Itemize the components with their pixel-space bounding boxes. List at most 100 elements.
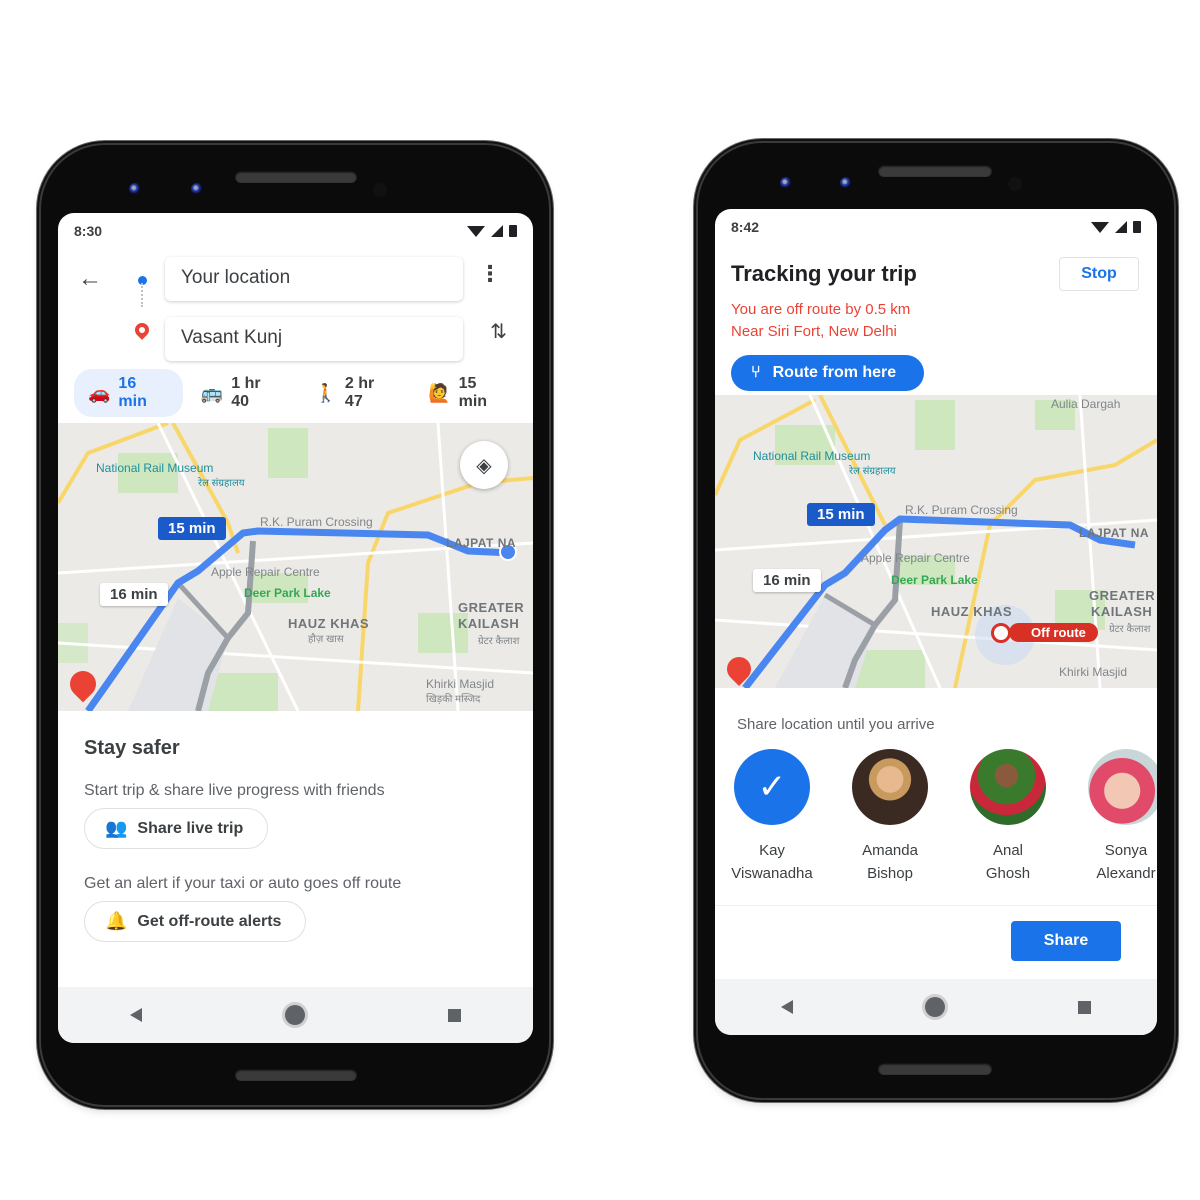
more-vert-icon[interactable]: ⋮	[479, 261, 501, 287]
contact-item[interactable]: Amanda Bishop	[851, 749, 929, 885]
android-nav-bar	[715, 979, 1157, 1035]
status-bar: 8:30	[58, 213, 533, 249]
share-trip-description: Start trip & share live progress with fr…	[84, 782, 385, 799]
stop-button[interactable]: Stop	[1059, 257, 1139, 291]
front-camera-icon	[129, 183, 141, 195]
map-label-kailash: KAILASH	[1091, 604, 1153, 619]
contact-first-name: Sonya	[1104, 842, 1148, 859]
phone-right: 8:42 Tracking your trip Stop You are off…	[698, 143, 1174, 1098]
nav-recents-icon[interactable]	[1077, 1000, 1091, 1014]
route-time-primary[interactable]: 15 min	[807, 503, 875, 526]
bottom-speaker	[235, 1069, 357, 1081]
map-label-crossing: R.K. Puram Crossing	[905, 503, 1018, 517]
earpiece-speaker	[235, 171, 357, 183]
car-icon: 🚗	[88, 382, 111, 403]
tab-ride-hail-label: 15 min	[458, 375, 488, 410]
map-label-apple-repair: Apple Repair Centre	[211, 565, 320, 579]
destination-pin-icon	[132, 320, 152, 340]
destination-input[interactable]: Vasant Kunj	[165, 317, 463, 361]
nav-home-icon[interactable]	[284, 1005, 305, 1025]
layers-icon[interactable]: ◈	[460, 441, 508, 489]
off-route-car-icon	[991, 623, 1011, 643]
off-route-alert-description: Get an alert if your taxi or auto goes o…	[84, 875, 402, 892]
map-label-deer-park-lake: Deer Park Lake	[891, 573, 978, 587]
contact-item[interactable]: ✓ Kay Viswanadha	[731, 749, 813, 885]
map-label-khirki: Khirki Masjid	[1059, 665, 1128, 679]
map-label-kailash: KAILASH	[458, 616, 520, 631]
contact-last-name: Viswanadha	[731, 865, 813, 882]
screen-directions: 8:30 ← Your location ⋮ Vasant Kunj ⇅ 🚗 1…	[58, 213, 533, 1043]
route-time-alternate[interactable]: 16 min	[100, 583, 168, 606]
off-route-alerts-label: Get off-route alerts	[137, 912, 282, 930]
off-route-warning: You are off route by 0.5 km Near Siri Fo…	[731, 299, 1141, 343]
signal-icon	[491, 225, 503, 237]
earpiece-speaker	[878, 165, 992, 177]
map-label-greater: GREATER	[1089, 588, 1156, 603]
proximity-sensor	[1008, 177, 1022, 191]
avatar	[852, 749, 928, 825]
front-camera-icon	[840, 177, 852, 189]
check-icon: ✓	[734, 749, 810, 825]
proximity-sensor	[373, 183, 387, 197]
contact-first-name: Kay	[759, 842, 785, 859]
map-label-hauz-khas-hi: हौज़ खास	[308, 634, 344, 645]
contact-last-name: Alexandr	[1096, 865, 1156, 882]
map-label-museum-hi: रेल संग्रहालय	[849, 466, 896, 477]
map-label-greater: GREATER	[458, 600, 525, 615]
off-route-alerts-button[interactable]: 🔔 Get off-route alerts	[84, 901, 307, 942]
bell-alert-icon: 🔔	[105, 911, 128, 931]
tab-walk[interactable]: 🚶 2 hr 47	[301, 369, 411, 417]
share-button[interactable]: Share	[1011, 921, 1121, 961]
stay-safer-title: Stay safer	[84, 737, 180, 759]
share-location-title: Share location until you arrive	[737, 716, 935, 733]
map-view[interactable]: National Rail Museum रेल संग्रहालय R.K. …	[58, 423, 533, 711]
route-connector	[141, 283, 143, 307]
tab-drive[interactable]: 🚗 16 min	[74, 369, 183, 417]
share-live-trip-button[interactable]: 👥 Share live trip	[84, 808, 269, 849]
fork-route-icon: ⑂	[751, 364, 761, 381]
map-label-museum: National Rail Museum	[96, 461, 214, 475]
travel-mode-tabs: 🚗 16 min 🚌 1 hr 40 🚶 2 hr 47 🙋 15 min	[58, 369, 533, 417]
arrow-left-icon[interactable]: ←	[78, 265, 102, 293]
map-label-khirki: Khirki Masjid	[426, 677, 495, 691]
map-label-museum: National Rail Museum	[753, 449, 871, 463]
origin-input[interactable]: Your location	[165, 257, 463, 301]
status-time: 8:30	[74, 223, 103, 239]
map-label-khirki-hi: खिड़की मस्जिद	[426, 694, 481, 705]
bus-icon: 🚌	[200, 382, 224, 403]
phone-left: 8:30 ← Your location ⋮ Vasant Kunj ⇅ 🚗 1…	[41, 145, 549, 1105]
tab-walk-label: 2 hr 47	[344, 375, 375, 410]
contact-item[interactable]: Anal Ghosh	[969, 749, 1047, 885]
route-time-primary[interactable]: 15 min	[158, 517, 226, 540]
screen-tracking: 8:42 Tracking your trip Stop You are off…	[715, 209, 1157, 1035]
contact-item[interactable]: Sonya Alexandr	[1087, 749, 1157, 885]
map-label-gk-hi: ग्रेटर कैलाश	[478, 636, 520, 647]
bottom-speaker	[878, 1063, 992, 1075]
front-camera-icon	[191, 183, 203, 195]
map-label-hauz-khas: HAUZ KHAS	[931, 604, 1013, 619]
map-view[interactable]: Aulia Dargah National Rail Museum रेल सं…	[715, 395, 1157, 688]
contact-last-name: Bishop	[867, 865, 913, 882]
tab-transit[interactable]: 🚌 1 hr 40	[187, 369, 297, 417]
route-from-here-button[interactable]: ⑂ Route from here	[731, 355, 925, 391]
nav-back-icon[interactable]	[129, 1008, 142, 1022]
share-location-panel: Share location until you arrive ✓ Kay Vi…	[715, 688, 1157, 885]
route-time-alternate[interactable]: 16 min	[753, 569, 821, 592]
tab-ride-hail[interactable]: 🙋 15 min	[414, 369, 523, 417]
nav-home-icon[interactable]	[925, 997, 946, 1017]
share-live-trip-label: Share live trip	[137, 819, 244, 837]
origin-row: ← Your location ⋮	[58, 249, 533, 309]
map-label-hauz-khas: HAUZ KHAS	[288, 616, 370, 631]
off-route-location: Near Siri Fort, New Delhi	[731, 323, 897, 340]
nav-recents-icon[interactable]	[448, 1008, 462, 1022]
contact-last-name: Ghosh	[985, 865, 1031, 882]
wifi-icon	[467, 225, 485, 237]
share-actions: Share	[715, 906, 1157, 976]
nav-back-icon[interactable]	[781, 1000, 794, 1014]
tab-transit-label: 1 hr 40	[231, 375, 261, 410]
stay-safer-panel: Stay safer Start trip & share live progr…	[58, 711, 533, 968]
ride-hail-icon: 🙋	[428, 382, 451, 403]
swap-vert-icon[interactable]: ⇅	[490, 319, 507, 344]
avatar	[970, 749, 1046, 825]
people-share-icon: 👥	[105, 818, 128, 838]
